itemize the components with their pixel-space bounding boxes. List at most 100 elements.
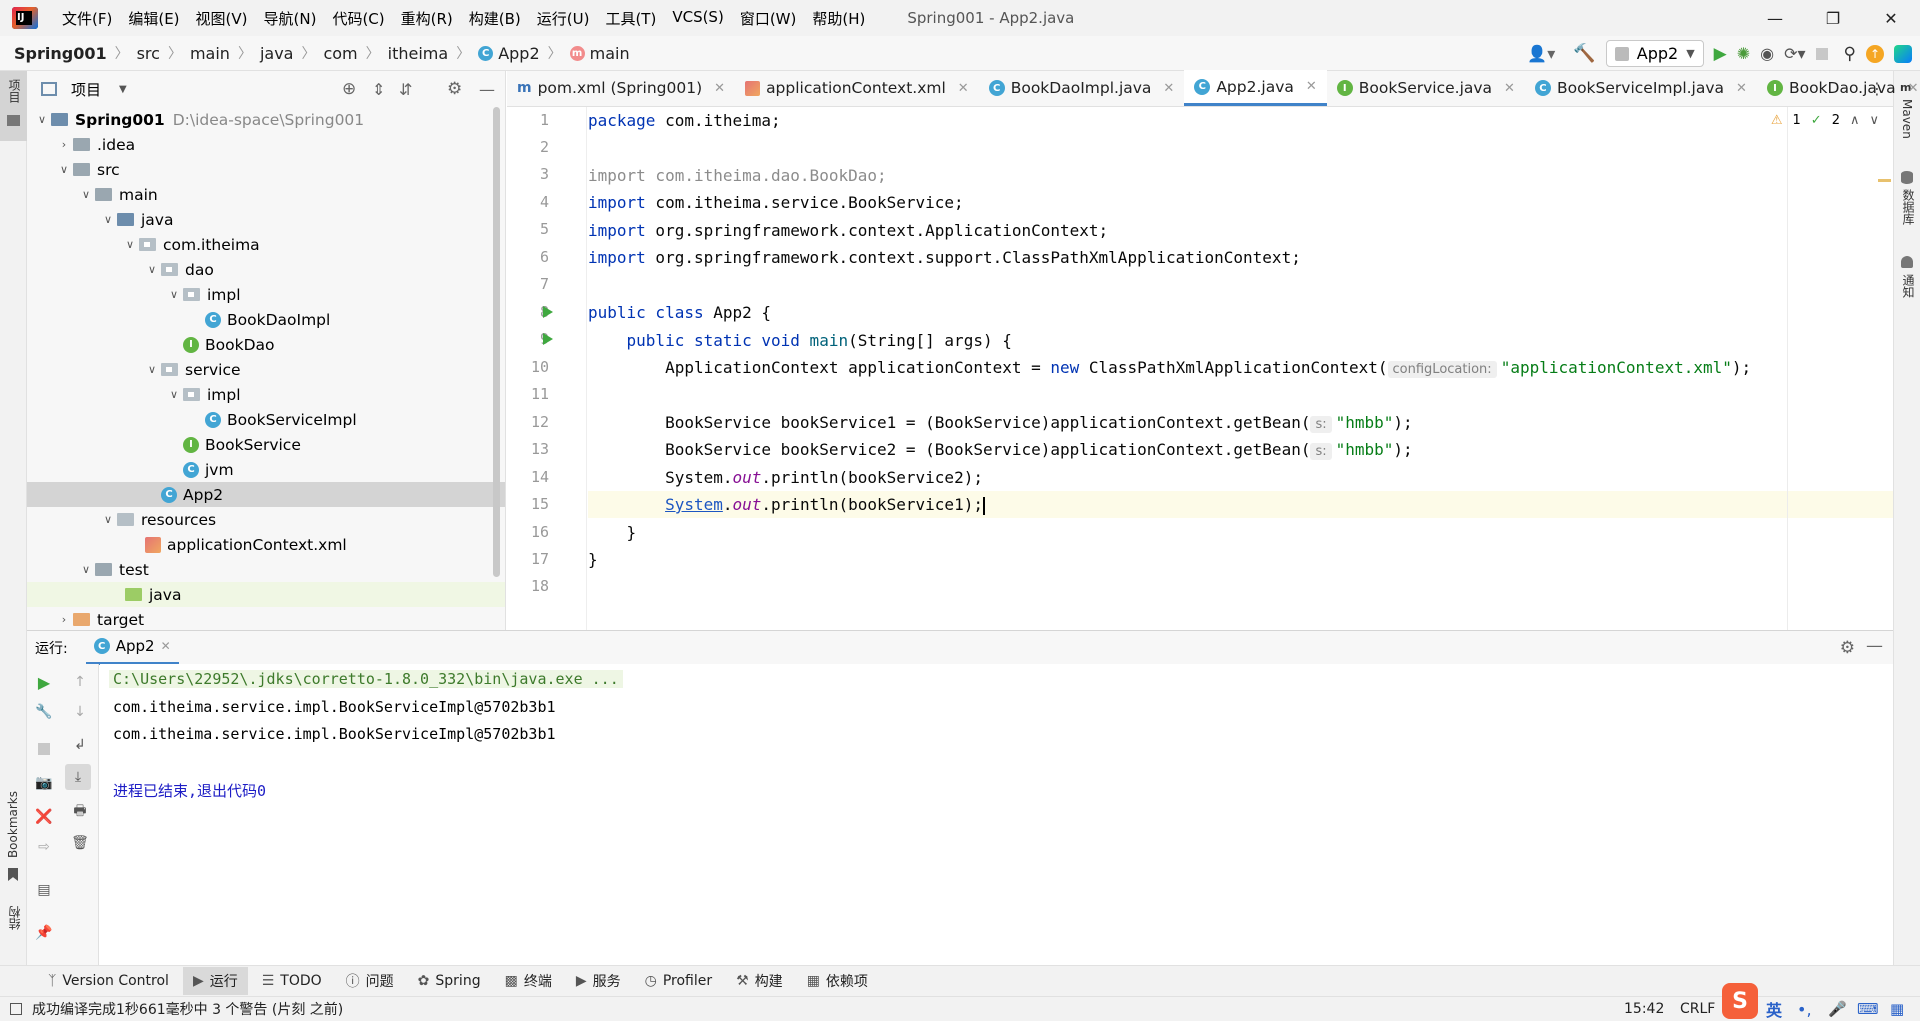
scroll-to-end-icon[interactable]: ⤓ [65, 764, 91, 790]
tree-item-jvm[interactable]: C jvm [27, 457, 505, 482]
user-icon[interactable]: 👤▾ [1527, 44, 1555, 63]
menu-refactor[interactable]: 重构(R) [393, 8, 461, 29]
bookmarks-stripe-label[interactable]: Bookmarks [6, 791, 20, 858]
soft-wrap-icon[interactable]: ↲ [67, 732, 93, 758]
tab-bookservice[interactable]: I BookService.java ✕ [1327, 70, 1525, 106]
crumb-project[interactable]: Spring001 [14, 44, 107, 63]
hide-panel-icon[interactable]: — [479, 80, 495, 99]
tree-item-main[interactable]: ∨ main [27, 182, 505, 207]
tree-item-bookservice[interactable]: I BookService [27, 432, 505, 457]
chevron-right-icon[interactable]: › [55, 613, 73, 626]
tool-problems[interactable]: ⓘ 问题 [336, 967, 404, 995]
debug-icon[interactable]: ✺ [1737, 44, 1750, 63]
ime-language[interactable]: 英 [1766, 997, 1782, 1021]
sogou-ime-icon[interactable]: S [1722, 983, 1758, 1019]
chevron-down-icon[interactable]: ∨ [99, 513, 117, 526]
crumb-com[interactable]: com [323, 44, 357, 63]
menu-code[interactable]: 代码(C) [324, 8, 392, 29]
status-cursor-position[interactable]: 15:42 [1624, 1001, 1664, 1017]
tree-item-test-java[interactable]: java [27, 582, 505, 607]
console-output[interactable]: C:\Users\22952\.jdks\corretto-1.8.0_332\… [100, 664, 1893, 965]
up-arrow-icon[interactable]: ↑ [67, 669, 93, 695]
tool-terminal[interactable]: ▩ 终端 [495, 967, 562, 995]
collapse-all-icon[interactable]: ⇵ [399, 80, 412, 99]
close-icon[interactable]: ✕ [161, 639, 171, 653]
chevron-down-icon[interactable]: ∨ [143, 263, 161, 276]
tool-todo[interactable]: ☰ TODO [252, 969, 332, 993]
tool-dependencies[interactable]: ▦ 依赖项 [797, 967, 878, 995]
status-message[interactable]: 成功编译完成1秒661毫秒中 3 个警告 (片刻 之前) [32, 999, 343, 1019]
close-icon[interactable]: ✕ [1163, 81, 1174, 96]
tab-bookdao[interactable]: I BookDao.java ✕ [1757, 70, 1920, 106]
tab-applicationcontext-xml[interactable]: applicationContext.xml ✕ [735, 70, 979, 106]
close-icon[interactable]: ✕ [714, 81, 725, 96]
tool-profiler[interactable]: ◷ Profiler [635, 969, 723, 993]
chevron-down-icon[interactable]: ∨ [55, 163, 73, 176]
trash-icon[interactable]: 🗑 [67, 830, 93, 856]
restore-layout-icon[interactable]: ⇨ [31, 834, 57, 860]
run-panel-gear-icon[interactable]: ⚙ [1840, 638, 1855, 658]
tree-item-src[interactable]: ∨ src [27, 157, 505, 182]
tool-run[interactable]: ▶ 运行 [182, 967, 248, 995]
project-scrollbar[interactable] [493, 107, 500, 577]
build-hammer-icon[interactable]: 🔨 [1573, 43, 1595, 64]
close-icon[interactable]: ✕ [1908, 81, 1919, 96]
tab-bookserviceimpl[interactable]: C BookServiceImpl.java ✕ [1525, 70, 1757, 106]
expand-all-icon[interactable]: ⇕ [372, 80, 385, 99]
chevron-down-icon[interactable]: ∨ [121, 238, 139, 251]
menu-tools[interactable]: 工具(T) [597, 8, 664, 29]
tree-item-root[interactable]: ∨ Spring001 D:\idea-space\Spring001 [27, 107, 505, 132]
chevron-down-icon[interactable]: ∨ [165, 388, 183, 401]
warning-stripe-marker[interactable] [1878, 179, 1891, 182]
menu-run[interactable]: 运行(U) [529, 8, 598, 29]
close-icon[interactable]: ✕ [1306, 79, 1317, 94]
close-icon[interactable]: ✕ [1736, 81, 1747, 96]
chevron-down-icon[interactable]: ∨ [77, 563, 95, 576]
run-class-gutter-icon[interactable] [543, 306, 553, 318]
menu-navigate[interactable]: 导航(N) [256, 8, 325, 29]
hide-panel-icon[interactable]: — [1866, 636, 1883, 656]
ime-punct-icon[interactable]: •, [1797, 1000, 1812, 1019]
crumb-itheima[interactable]: itheima [388, 44, 449, 63]
menu-file[interactable]: 文件(F) [54, 8, 120, 29]
tree-item-java[interactable]: ∨ java [27, 207, 505, 232]
tree-item-app2[interactable]: C App2 [27, 482, 505, 507]
tree-item-target[interactable]: › target [27, 607, 505, 632]
tree-item-dao[interactable]: ∨ dao [27, 257, 505, 282]
close-window-button[interactable]: ✕ [1862, 0, 1920, 36]
restore-button[interactable]: ❐ [1804, 0, 1862, 36]
tool-version-control[interactable]: ᛉ Version Control [38, 969, 179, 993]
tree-item-service[interactable]: ∨ service [27, 357, 505, 382]
menu-vcs[interactable]: VCS(S) [664, 8, 731, 29]
tree-item-resources[interactable]: ∨ resources [27, 507, 505, 532]
tree-item-service-impl[interactable]: ∨ impl [27, 382, 505, 407]
chevron-down-icon[interactable]: ∨ [99, 213, 117, 226]
update-icon[interactable]: ↑ [1866, 44, 1884, 63]
stop-icon[interactable] [1815, 47, 1828, 60]
tab-pom-xml[interactable]: m pom.xml (Spring001) ✕ [507, 70, 735, 106]
more-tabs-icon[interactable]: ⋮ [1869, 79, 1885, 98]
tree-item-com-itheima[interactable]: ∨ com.itheima [27, 232, 505, 257]
run-icon[interactable]: ▶ [1714, 44, 1727, 64]
locate-icon[interactable]: ⊕ [342, 79, 356, 99]
gear-icon[interactable]: ⚙ [447, 79, 462, 99]
tree-item-bookdao[interactable]: I BookDao [27, 332, 505, 357]
rerun-icon[interactable]: ▶ [31, 669, 57, 695]
tool-build[interactable]: ⚒ 构建 [726, 967, 793, 995]
wrench-icon[interactable]: 🔧 [31, 699, 57, 725]
close-icon[interactable]: ✕ [958, 81, 969, 96]
chevron-down-icon[interactable]: ▼ [119, 84, 127, 95]
chevron-down-icon[interactable]: ∨ [165, 288, 183, 301]
close-icon[interactable]: ✕ [1504, 81, 1515, 96]
ime-keyboard-icon[interactable]: ⌨ [1857, 1000, 1879, 1018]
menu-view[interactable]: 视图(V) [188, 8, 256, 29]
tree-item-bookserviceimpl[interactable]: C BookServiceImpl [27, 407, 505, 432]
menu-window[interactable]: 窗口(W) [732, 8, 805, 29]
code-editor[interactable]: ⚠ 1 ✓ 2 ∧ ∨ package com.itheima; import co… [588, 107, 1893, 630]
run-tab-app2[interactable]: C App2 ✕ [85, 631, 179, 665]
database-stripe-label[interactable]: 数据库 [1900, 189, 1917, 225]
tree-item-test[interactable]: ∨ test [27, 557, 505, 582]
ime-mic-icon[interactable]: 🎤 [1828, 1000, 1847, 1018]
profile-icon[interactable]: ⟳▾ [1784, 44, 1805, 63]
crumb-app2[interactable]: C App2 [478, 44, 540, 63]
